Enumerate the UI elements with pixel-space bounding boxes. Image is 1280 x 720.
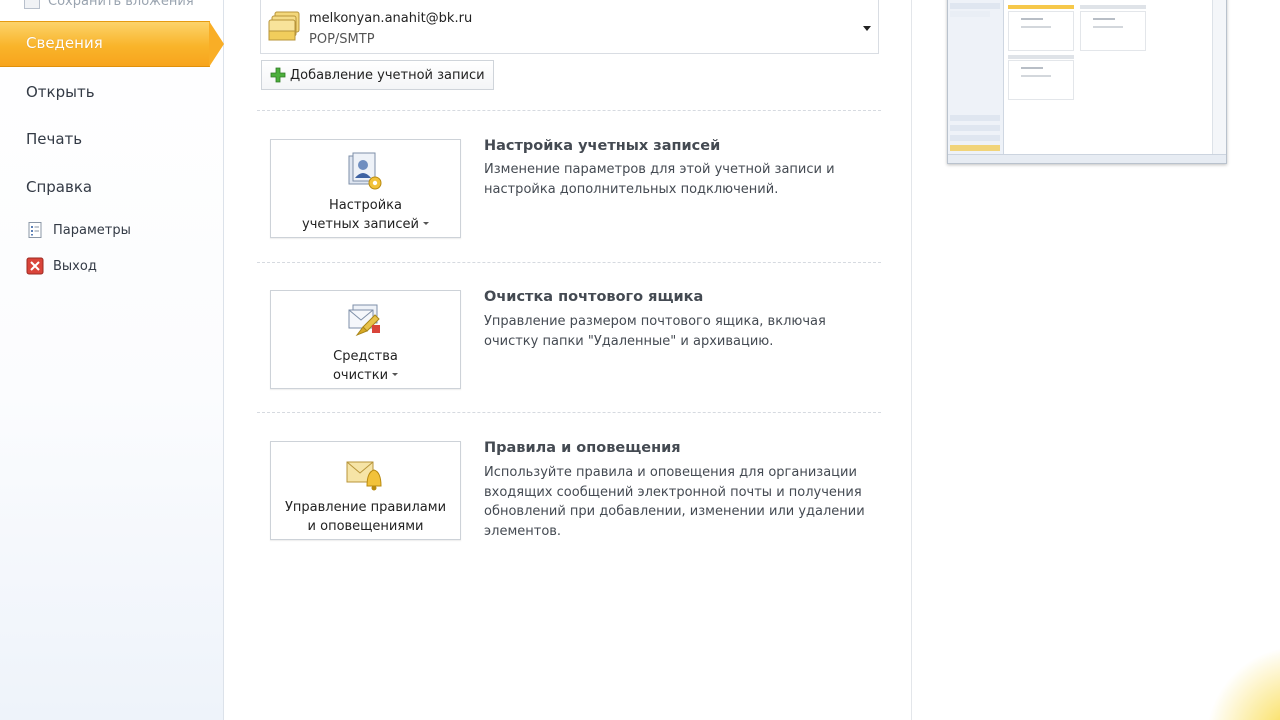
button-label-line-2-text: очистки (332, 368, 389, 383)
divider (257, 262, 881, 263)
button-label-line-1: Средства (333, 349, 398, 364)
preview-scrollbar (1212, 0, 1226, 154)
nav-item-open[interactable]: Открыть (26, 83, 95, 101)
preview-folder (950, 135, 1000, 141)
account-settings-icon (348, 152, 382, 190)
preview-folder-pane (948, 0, 1004, 155)
button-label: Управление правилами и оповещениями (271, 498, 460, 536)
preview-card (1008, 60, 1074, 100)
section-title: Настройка учетных записей (484, 138, 721, 154)
account-icon (268, 11, 300, 41)
preview-text (1021, 67, 1043, 69)
rules-alerts-icon (346, 461, 382, 491)
selected-arrow (209, 21, 224, 67)
account-protocol: POP/SMTP (309, 32, 375, 47)
section-title: Правила и оповещения (484, 440, 681, 456)
preview-card (1008, 11, 1074, 51)
preview-column-header (1008, 5, 1074, 9)
save-attachments-icon (24, 0, 40, 9)
options-icon (28, 222, 42, 238)
button-label-line-2: учетных записей (271, 215, 460, 234)
mailbox-preview-thumbnail (947, 0, 1227, 164)
section-description: Изменение параметров для этой учетной за… (484, 162, 835, 197)
cleanup-tools-button[interactable]: Средства очистки (270, 290, 461, 389)
cleanup-tools-icon (348, 304, 380, 337)
account-selector[interactable]: melkonyan.anahit@bk.ru POP/SMTP (260, 0, 879, 54)
nav-item-print[interactable]: Печать (26, 130, 82, 148)
dropdown-caret-icon (392, 373, 399, 376)
add-account-button[interactable]: Добавление учетной записи (261, 60, 494, 90)
account-email: melkonyan.anahit@bk.ru (309, 11, 473, 26)
decorative-corner-glow (1180, 640, 1280, 720)
preview-folder (950, 11, 990, 17)
nav-item-exit[interactable]: Выход (26, 257, 97, 275)
section-title: Очистка почтового ящика (484, 289, 704, 305)
button-label: Настройка учетных записей (271, 196, 460, 234)
nav-item-info[interactable]: Сведения (0, 21, 224, 67)
preview-text (1021, 18, 1043, 20)
nav-item-label: Сохранить вложения (48, 0, 194, 9)
preview-text (1021, 26, 1051, 28)
preview-column-header (1080, 5, 1146, 9)
preview-status-bar (948, 154, 1226, 163)
rules-alerts-button[interactable]: Управление правилами и оповещениями (270, 441, 461, 540)
button-label-line-1: Настройка (329, 198, 402, 213)
plus-icon (270, 67, 286, 83)
chevron-down-icon[interactable] (863, 26, 871, 31)
dropdown-caret-icon (422, 222, 429, 225)
section-description: Используйте правила и оповещения для орг… (484, 465, 865, 539)
add-account-label: Добавление учетной записи (290, 67, 485, 83)
nav-item-options[interactable]: Параметры (26, 221, 131, 239)
nav-item-label: Сведения (26, 34, 103, 52)
nav-item-label: Параметры (53, 222, 131, 238)
column-divider (911, 0, 912, 720)
button-label-line-2-text: учетных записей (302, 217, 419, 232)
preview-column-header (1008, 55, 1074, 59)
preview-folder (950, 145, 1000, 151)
account-settings-button[interactable]: Настройка учетных записей (270, 139, 461, 238)
preview-text (1093, 18, 1115, 20)
nav-item-help[interactable]: Справка (26, 178, 92, 196)
section-description: Управление размером почтового ящика, вкл… (484, 314, 826, 349)
button-label-line-1: Управление правилами (284, 500, 447, 515)
backstage-nav: Сохранить вложения Сведения Открыть Печа… (0, 0, 224, 720)
preview-text (1093, 26, 1123, 28)
preview-folder (950, 3, 1000, 9)
preview-text (1021, 75, 1051, 77)
divider (257, 110, 881, 111)
button-label: Средства очистки (271, 347, 460, 385)
preview-folder (950, 115, 1000, 121)
button-label-line-2: и оповещениями (307, 519, 424, 534)
preview-folder (950, 125, 1000, 131)
preview-card (1080, 11, 1146, 51)
exit-icon (26, 257, 44, 275)
nav-item-save-attachments[interactable]: Сохранить вложения (24, 0, 194, 10)
nav-item-label: Выход (53, 258, 97, 274)
divider (257, 412, 881, 413)
button-label-line-2: очистки (271, 366, 460, 385)
